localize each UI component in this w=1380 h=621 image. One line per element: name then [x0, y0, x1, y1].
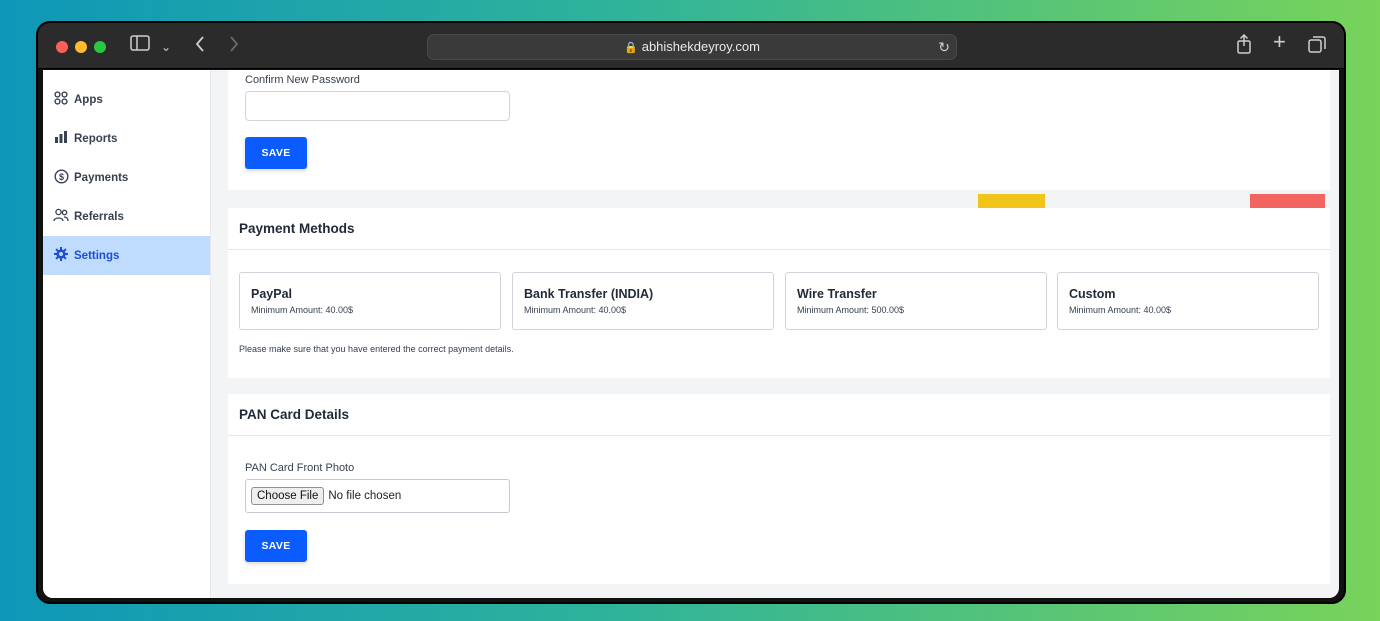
payment-method-minimum: Minimum Amount: 40.00$ [524, 305, 627, 315]
payment-method-custom[interactable]: Custom Minimum Amount: 40.00$ [1057, 272, 1319, 330]
payment-methods-title: Payment Methods [228, 208, 1330, 250]
back-icon[interactable] [194, 35, 206, 57]
url-text: abhishekdeyroy.com [641, 39, 760, 54]
sidebar-item-label: Settings [74, 249, 120, 262]
close-window-button[interactable] [56, 41, 68, 53]
chevron-down-icon[interactable]: ⌄ [161, 37, 171, 57]
minimize-window-button[interactable] [75, 41, 87, 53]
confirm-password-input[interactable] [245, 91, 510, 121]
choose-file-button[interactable]: Choose File [251, 487, 325, 505]
sidebar-item-label: Payments [74, 171, 129, 184]
users-icon [53, 208, 69, 225]
svg-text:$: $ [58, 172, 63, 182]
pan-card-title: PAN Card Details [228, 394, 1330, 436]
sidebar: Apps Reports $ Payments Referrals Settin… [43, 70, 211, 598]
payment-method-minimum: Minimum Amount: 40.00$ [1069, 305, 1172, 315]
apps-grid-icon [53, 91, 69, 108]
browser-window: ⌄ 🔒 abhishekdeyroy.com ↻ + Apps Reports … [36, 21, 1346, 604]
sidebar-item-label: Apps [74, 93, 103, 106]
payment-methods-card: Payment Methods PayPal Minimum Amount: 4… [228, 208, 1330, 378]
payment-method-name: PayPal [251, 287, 293, 301]
payment-method-wire-transfer[interactable]: Wire Transfer Minimum Amount: 500.00$ [785, 272, 1047, 330]
maximize-window-button[interactable] [94, 41, 106, 53]
sidebar-toggle-icon[interactable] [130, 35, 150, 55]
dollar-circle-icon: $ [53, 168, 69, 187]
payment-method-bank-transfer[interactable]: Bank Transfer (INDIA) Minimum Amount: 40… [512, 272, 774, 330]
gear-icon [53, 247, 69, 264]
sidebar-item-referrals[interactable]: Referrals [43, 197, 210, 236]
payment-method-name: Bank Transfer (INDIA) [524, 287, 654, 301]
sidebar-item-settings[interactable]: Settings [43, 236, 210, 275]
forward-icon[interactable] [228, 35, 240, 57]
sidebar-item-apps[interactable]: Apps [43, 80, 210, 119]
tab-overview-icon[interactable] [1308, 36, 1326, 58]
file-status-text: No file chosen [328, 490, 402, 502]
payment-method-minimum: Minimum Amount: 40.00$ [251, 305, 354, 315]
payment-method-name: Custom [1069, 287, 1116, 301]
payment-method-minimum: Minimum Amount: 500.00$ [797, 305, 905, 315]
main-content: Confirm New Password SAVE Payment Method… [211, 70, 1339, 598]
browser-titlebar: ⌄ 🔒 abhishekdeyroy.com ↻ + [38, 23, 1344, 69]
payment-details-note: Please make sure that you have entered t… [239, 344, 514, 354]
payment-method-name: Wire Transfer [797, 287, 877, 301]
reload-icon[interactable]: ↻ [938, 35, 950, 59]
share-icon[interactable] [1236, 33, 1252, 58]
payment-method-paypal[interactable]: PayPal Minimum Amount: 40.00$ [239, 272, 501, 330]
sidebar-item-label: Reports [74, 132, 118, 145]
sidebar-item-label: Referrals [74, 210, 124, 223]
sidebar-item-reports[interactable]: Reports [43, 119, 210, 158]
bar-chart-icon [53, 130, 69, 147]
save-pan-button[interactable]: SAVE [245, 530, 307, 562]
page-viewport: Apps Reports $ Payments Referrals Settin… [43, 70, 1339, 598]
confirm-password-label: Confirm New Password [245, 74, 360, 86]
address-bar[interactable]: 🔒 abhishekdeyroy.com ↻ [427, 34, 957, 60]
pan-card-section: PAN Card Details PAN Card Front Photo Ch… [228, 394, 1330, 584]
password-card: Confirm New Password SAVE [228, 70, 1330, 190]
sidebar-item-payments[interactable]: $ Payments [43, 158, 210, 197]
lock-icon: 🔒 [624, 42, 638, 54]
pan-front-photo-label: PAN Card Front Photo [245, 462, 355, 474]
pan-front-photo-file-input[interactable]: Choose File No file chosen [245, 479, 510, 513]
save-password-button[interactable]: SAVE [245, 137, 307, 169]
new-tab-icon[interactable]: + [1273, 31, 1286, 53]
